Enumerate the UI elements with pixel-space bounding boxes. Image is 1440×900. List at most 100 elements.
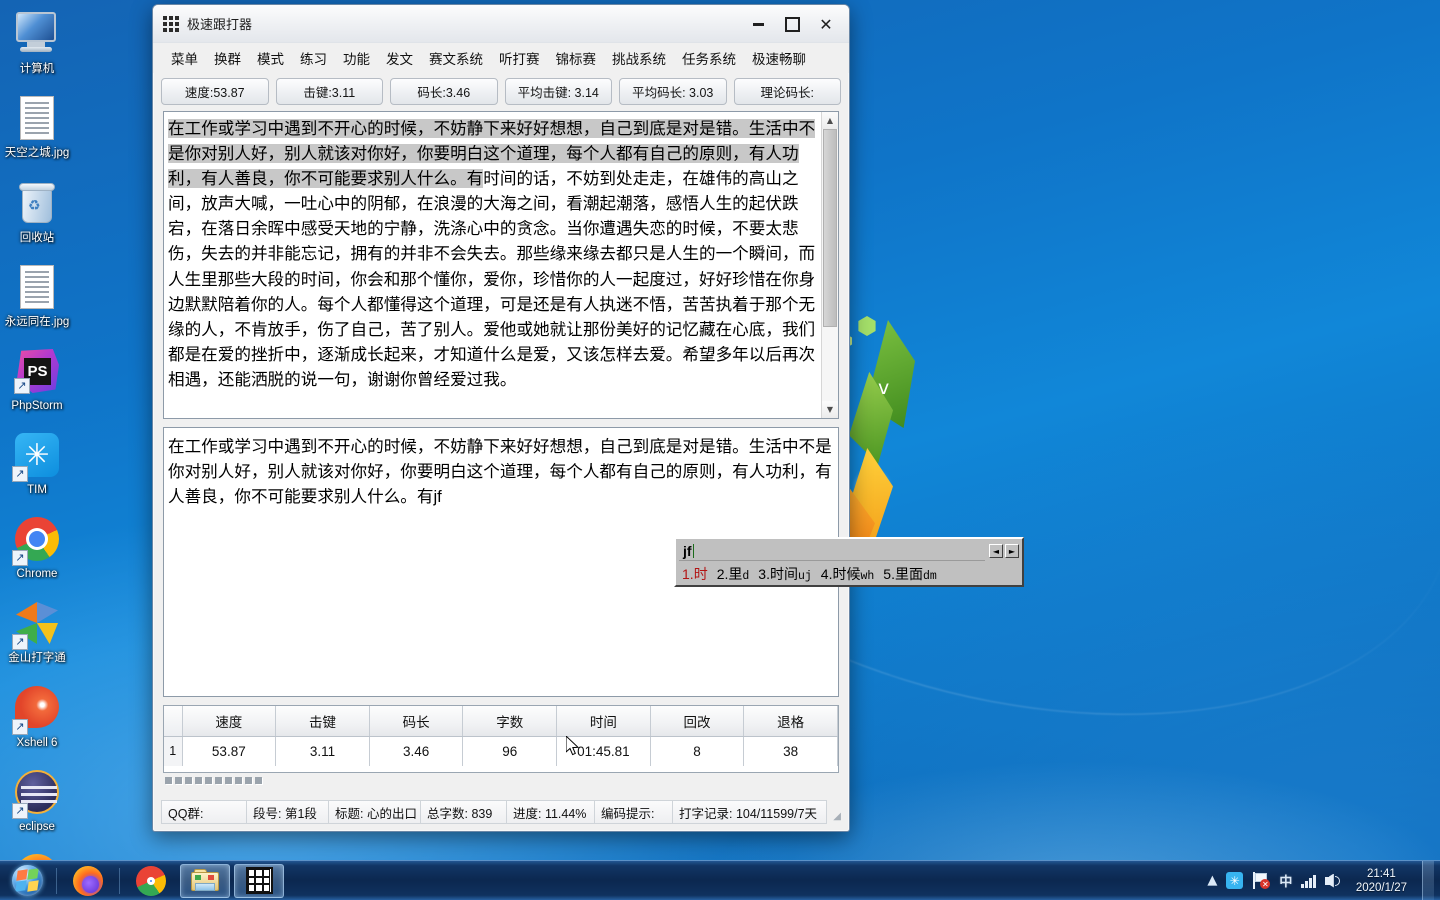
source-scrollbar[interactable]: ▲ ▼: [821, 112, 838, 418]
desktop-icon-phpstorm[interactable]: PS ↗ PhpStorm: [0, 343, 74, 415]
taskbar-clock[interactable]: 21:41 2020/1/27: [1350, 867, 1413, 895]
status-progress: 进度: 11.44%: [507, 800, 595, 824]
ime-composition-row: jf ◄ ►: [676, 539, 1022, 563]
desktop-icon-chrome[interactable]: ↗ Chrome: [0, 511, 74, 583]
jisu-typing-window[interactable]: 极速跟打器 ✕ 菜单 换群 模式 练习 功能 发文 赛文系统 听打赛 锦标赛 挑…: [152, 4, 850, 832]
scroll-up-icon[interactable]: ▲: [822, 112, 838, 129]
desktop-icon-firefox[interactable]: ↗ Firefox: [0, 848, 74, 860]
menu-item-huanqun[interactable]: 换群: [206, 44, 249, 72]
scroll-down-icon[interactable]: ▼: [822, 401, 838, 418]
taskbar-jisu-button[interactable]: [234, 863, 284, 898]
desktop-icon-computer[interactable]: 计算机: [0, 6, 74, 78]
menu-item-lianxi[interactable]: 练习: [292, 44, 335, 72]
show-desktop-button[interactable]: [1422, 860, 1434, 900]
minimize-button[interactable]: [741, 11, 775, 37]
menu-item-renwu[interactable]: 任务系统: [674, 44, 744, 72]
status-paragraph: 段号: 第1段: [247, 800, 329, 824]
resize-handle-icon[interactable]: ◢: [827, 800, 841, 824]
source-pane-wrap: 在工作或学习中遇到不开心的时候，不妨静下来好好想想，自己到底是对是错。生活中不是…: [163, 111, 839, 419]
desktop-icon-sky-city-jpg[interactable]: 天空之城.jpg: [0, 90, 74, 162]
ime-candidate-3[interactable]: 3.时间uj: [758, 564, 812, 584]
cell-keystrokes: 3.11: [275, 736, 370, 766]
status-total-chars: 总字数: 839: [421, 800, 507, 824]
stat-code-length[interactable]: 码长:3.46: [390, 78, 498, 105]
desktop-icon-forever-jpg[interactable]: 永远同在.jpg: [0, 259, 74, 331]
tray-tim-icon[interactable]: ✳: [1226, 872, 1244, 889]
column-header-time[interactable]: 时间: [556, 706, 651, 737]
ime-candidate-4[interactable]: 4.时候wh: [821, 564, 875, 584]
tray-ime-indicator[interactable]: 中: [1279, 871, 1292, 890]
taskbar-explorer-button[interactable]: [180, 863, 230, 898]
menu-item-changliao[interactable]: 极速畅聊: [744, 44, 814, 72]
tray-volume-icon[interactable]: [1324, 873, 1341, 888]
column-header-wordcount[interactable]: 字数: [462, 706, 558, 737]
resize-grip-row[interactable]: [165, 777, 837, 786]
menu-item-fawen[interactable]: 发文: [378, 44, 421, 72]
column-header-keystrokes[interactable]: 击键: [275, 706, 370, 737]
tim-icon: ↗: [12, 433, 61, 482]
ime-candidate-2[interactable]: 2.里d: [717, 564, 750, 584]
maximize-button[interactable]: [775, 11, 809, 37]
stat-avg-code-length[interactable]: 平均码长: 3.03: [619, 78, 727, 105]
status-qq-group[interactable]: QQ群:: [161, 800, 247, 824]
ime-prev-page-icon[interactable]: ◄: [989, 544, 1003, 558]
ime-next-page-icon[interactable]: ►: [1005, 544, 1019, 558]
ime-candidate-row: 1.时 2.里d 3.时间uj 4.时候wh 5.里面dm: [676, 563, 1022, 585]
explorer-taskbar-icon: [191, 868, 219, 893]
menu-bar: 菜单 换群 模式 练习 功能 发文 赛文系统 听打赛 锦标赛 挑战系统 任务系统…: [153, 43, 849, 73]
tray-expand-icon[interactable]: ▲: [1207, 873, 1217, 888]
kingsoft-typing-icon: ↗: [12, 601, 61, 650]
menu-item-gongneng[interactable]: 功能: [335, 44, 378, 72]
cell-wordcount: 96: [462, 736, 558, 766]
desktop-icon-xshell[interactable]: ↗ Xshell 6: [0, 679, 74, 752]
column-header-speed[interactable]: 速度: [182, 706, 277, 737]
stat-keystrokes[interactable]: 击键:3.11: [275, 78, 383, 105]
column-header-revisions[interactable]: 回改: [650, 706, 745, 737]
taskbar-firefox-button[interactable]: [63, 864, 113, 898]
column-header-backspace[interactable]: 退格: [743, 706, 838, 737]
column-header-index[interactable]: [164, 706, 183, 737]
desktop-icon-eclipse[interactable]: ↗ eclipse: [0, 764, 74, 836]
desktop-icon-label: Chrome: [16, 568, 58, 580]
window-titlebar[interactable]: 极速跟打器 ✕: [153, 5, 849, 43]
stat-avg-keystrokes[interactable]: 平均击键: 3.14: [504, 78, 612, 105]
chrome-taskbar-icon: [136, 865, 166, 896]
desktop-icon-recycle-bin[interactable]: ♻ 回收站: [0, 174, 74, 247]
desktop-icon-label: 计算机: [19, 63, 55, 75]
stat-speed[interactable]: 速度:53.87: [161, 78, 269, 105]
menu-item-caidan[interactable]: 菜单: [163, 44, 206, 72]
taskbar-chrome-button[interactable]: [126, 864, 176, 898]
phpstorm-icon: PS ↗: [13, 349, 61, 397]
start-button[interactable]: [2, 862, 52, 900]
table-row[interactable]: 1 53.87 3.11 3.46 96 01:45.81 8 38: [164, 736, 838, 766]
cell-speed: 53.87: [182, 736, 277, 766]
image-file-icon: [13, 96, 61, 144]
menu-item-moshi[interactable]: 模式: [249, 44, 292, 72]
menu-item-tingdasai[interactable]: 听打赛: [491, 44, 548, 72]
windows-orb-icon: [11, 865, 43, 896]
cell-time: 01:45.81: [556, 736, 651, 766]
ime-candidate-window[interactable]: jf ◄ ► 1.时 2.里d 3.时间uj 4.时候wh 5.里面dm: [674, 537, 1024, 587]
menu-item-jinbiaosai[interactable]: 锦标赛: [548, 44, 605, 72]
ime-composition-text-wrap[interactable]: jf: [679, 541, 985, 561]
desktop-icon-tim[interactable]: ↗ TIM: [0, 427, 74, 499]
status-title: 标题: 心的出口: [329, 800, 421, 824]
desktop-icon-label: 回收站: [19, 232, 55, 244]
desktop-icon-kingsoft-typing[interactable]: ↗ 金山打字通: [0, 595, 74, 667]
taskbar-divider: [119, 867, 120, 894]
close-button[interactable]: ✕: [809, 11, 843, 37]
column-header-codelength[interactable]: 码长: [369, 706, 464, 737]
tray-network-icon[interactable]: [1301, 874, 1316, 888]
stat-theoretical-code-length[interactable]: 理论码长:: [733, 78, 841, 105]
menu-item-tiaozhan[interactable]: 挑战系统: [604, 44, 674, 72]
menu-item-saiwen[interactable]: 赛文系统: [421, 44, 491, 72]
ime-caret: [692, 543, 694, 558]
taskbar: ▲ ✳ ✕ 中 21:41 2020/1/27: [0, 860, 1440, 900]
results-table: 速度 击键 码长 字数 时间 回改 退格 1 53.87 3.11 3.46 9…: [164, 706, 838, 766]
desktop-icon-label: eclipse: [19, 821, 55, 833]
scrollbar-track[interactable]: [822, 129, 838, 401]
tray-action-center-icon[interactable]: ✕: [1252, 872, 1271, 889]
ime-candidate-1[interactable]: 1.时: [682, 564, 708, 584]
source-text-pane[interactable]: 在工作或学习中遇到不开心的时候，不妨静下来好好想想，自己到底是对是错。生活中不是…: [163, 111, 839, 419]
ime-candidate-5[interactable]: 5.里面dm: [883, 564, 937, 584]
